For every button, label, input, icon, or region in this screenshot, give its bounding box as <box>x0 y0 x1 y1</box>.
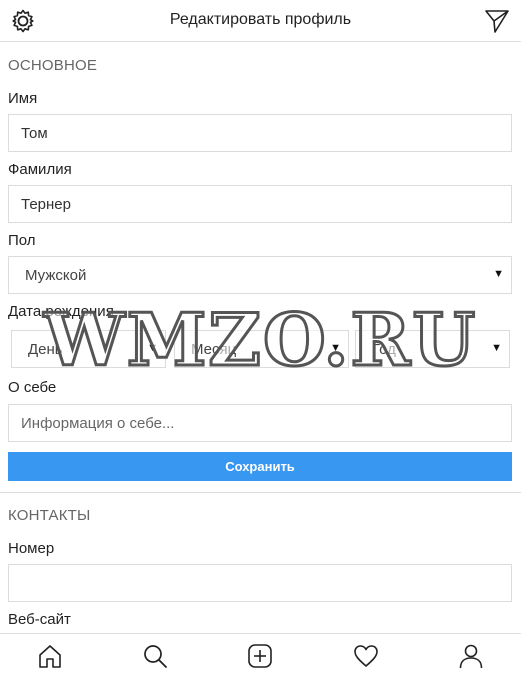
heart-icon[interactable] <box>353 643 379 669</box>
birth-year-value: Год <box>372 341 396 358</box>
website-label: Веб-сайт <box>8 611 71 628</box>
dropdown-arrow-icon: ▼ <box>491 342 502 354</box>
home-icon[interactable] <box>37 643 63 669</box>
bottom-nav <box>0 633 521 677</box>
about-label: О себе <box>8 379 57 396</box>
search-icon[interactable] <box>142 643 168 669</box>
dropdown-arrow-icon: ▼ <box>147 342 158 354</box>
birth-date-label: Дата рождения <box>8 303 114 320</box>
first-name-label: Имя <box>8 90 38 107</box>
save-button[interactable]: Сохранить <box>8 452 512 481</box>
dropdown-arrow-icon: ▼ <box>330 342 341 354</box>
about-input[interactable] <box>8 404 512 442</box>
birth-month-select[interactable]: Месяц ▼ <box>174 330 349 368</box>
dropdown-arrow-icon: ▼ <box>493 268 504 280</box>
top-bar: Редактировать профиль <box>0 0 521 42</box>
last-name-input[interactable] <box>8 185 512 223</box>
gender-selected-value: Мужской <box>25 267 87 284</box>
section-title-basic: ОСНОВНОЕ <box>8 57 98 74</box>
birth-month-value: Месяц <box>191 341 237 358</box>
phone-label: Номер <box>8 540 55 557</box>
phone-input[interactable] <box>8 564 512 602</box>
section-title-contacts: КОНТАКТЫ <box>8 507 91 524</box>
profile-icon[interactable] <box>458 643 484 669</box>
birth-year-select[interactable]: Год ▼ <box>355 330 510 368</box>
section-divider <box>0 492 521 493</box>
birth-day-value: День <box>28 341 63 358</box>
gender-label: Пол <box>8 232 36 249</box>
add-post-icon[interactable] <box>247 643 273 669</box>
send-paper-plane-icon[interactable] <box>484 8 510 34</box>
birth-day-select[interactable]: День ▼ <box>11 330 166 368</box>
first-name-input[interactable] <box>8 114 512 152</box>
page-title: Редактировать профиль <box>169 11 352 28</box>
gender-select[interactable]: Мужской ▼ <box>8 256 512 294</box>
last-name-label: Фамилия <box>8 161 72 178</box>
